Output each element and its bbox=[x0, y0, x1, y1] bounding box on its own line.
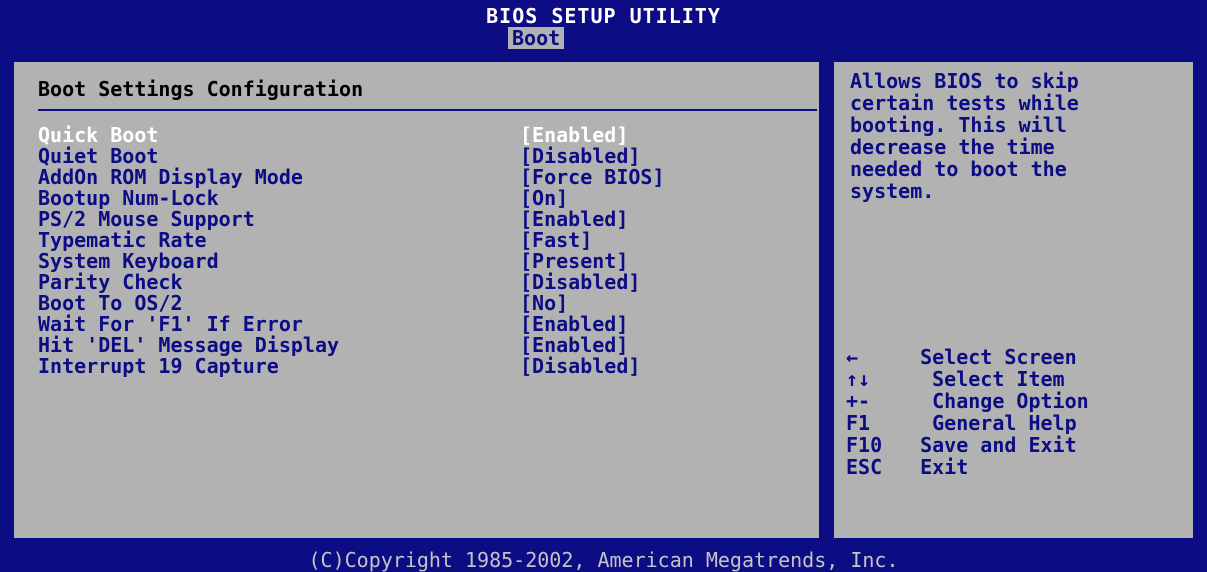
setting-label: Quick Boot bbox=[38, 123, 159, 147]
plus-minus-key: +- bbox=[846, 389, 871, 413]
key-select-item: ↑↓ Select Item bbox=[846, 368, 1186, 390]
setting-label: AddOn ROM Display Mode bbox=[38, 165, 303, 189]
setting-label: Wait For 'F1' If Error bbox=[38, 312, 303, 336]
setting-quick-boot[interactable]: Quick Boot [Enabled] bbox=[38, 123, 818, 147]
esc-key: ESC bbox=[846, 455, 883, 479]
key-exit: ESC Exit bbox=[846, 456, 1186, 478]
key-save-and-exit: F10 Save and Exit bbox=[846, 434, 1186, 456]
help-line: decrease the time bbox=[850, 135, 1055, 159]
setting-value[interactable]: [On] bbox=[520, 187, 568, 209]
f1-key: F1 bbox=[846, 411, 871, 435]
key-legend: ← Select Screen ↑↓ Select Item +- Change… bbox=[846, 346, 1186, 478]
key-select-screen: ← Select Screen bbox=[846, 346, 1186, 368]
setting-label: Parity Check bbox=[38, 270, 183, 294]
setting-value[interactable]: [Enabled] bbox=[520, 313, 628, 335]
setting-value[interactable]: [Present] bbox=[520, 250, 628, 272]
setting-ps2-mouse-support[interactable]: PS/2 Mouse Support [Enabled] bbox=[38, 207, 818, 231]
setting-interrupt-19-capture[interactable]: Interrupt 19 Capture [Disabled] bbox=[38, 354, 818, 378]
settings-panel: Boot Settings Configuration Quick Boot [… bbox=[12, 60, 821, 540]
setting-typematic-rate[interactable]: Typematic Rate [Fast] bbox=[38, 228, 818, 252]
copyright-footer: (C)Copyright 1985-2002, American Megatre… bbox=[0, 548, 1207, 572]
setting-value[interactable]: [Enabled] bbox=[520, 208, 628, 230]
utility-title: BIOS SETUP UTILITY bbox=[486, 4, 721, 28]
setting-label: PS/2 Mouse Support bbox=[38, 207, 255, 231]
section-title: Boot Settings Configuration bbox=[38, 77, 364, 101]
setting-wait-for-f1[interactable]: Wait For 'F1' If Error [Enabled] bbox=[38, 312, 818, 336]
setting-value[interactable]: [Enabled] bbox=[520, 334, 628, 356]
key-description: Exit bbox=[896, 455, 969, 479]
tab-boot[interactable]: Boot bbox=[508, 27, 565, 49]
help-line: needed to boot the bbox=[850, 157, 1067, 181]
key-description: Save and Exit bbox=[896, 433, 1077, 457]
help-text: Allows BIOS to skip certain tests while … bbox=[850, 70, 1180, 202]
setting-value[interactable]: [Disabled] bbox=[520, 271, 640, 293]
main-area: Boot Settings Configuration Quick Boot [… bbox=[0, 54, 1207, 548]
key-description: Select Item bbox=[896, 367, 1065, 391]
help-line: Allows BIOS to skip bbox=[850, 69, 1079, 93]
setting-boot-to-os2[interactable]: Boot To OS/2 [No] bbox=[38, 291, 818, 315]
setting-system-keyboard[interactable]: System Keyboard [Present] bbox=[38, 249, 818, 273]
setting-value[interactable]: [No] bbox=[520, 292, 568, 314]
setting-value[interactable]: [Disabled] bbox=[520, 145, 640, 167]
key-description: Select Screen bbox=[896, 345, 1077, 369]
up-down-arrows-key: ↑↓ bbox=[846, 367, 871, 391]
key-description: Change Option bbox=[896, 389, 1089, 413]
help-line: system. bbox=[850, 179, 935, 203]
key-change-option: +- Change Option bbox=[846, 390, 1186, 412]
left-arrow-key: ← bbox=[846, 345, 859, 369]
title-bar: BIOS SETUP UTILITY Boot bbox=[0, 0, 1207, 54]
setting-value[interactable]: [Fast] bbox=[520, 229, 592, 251]
setting-hit-del-message[interactable]: Hit 'DEL' Message Display [Enabled] bbox=[38, 333, 818, 357]
help-line: booting. This will bbox=[850, 113, 1067, 137]
settings-list: Quick Boot [Enabled] Quiet Boot [Disable… bbox=[38, 123, 818, 378]
key-general-help: F1 General Help bbox=[846, 412, 1186, 434]
help-line: certain tests while bbox=[850, 91, 1079, 115]
setting-value[interactable]: [Enabled] bbox=[520, 124, 628, 146]
setting-label: Typematic Rate bbox=[38, 228, 207, 252]
setting-addon-rom-display-mode[interactable]: AddOn ROM Display Mode [Force BIOS] bbox=[38, 165, 818, 189]
setting-label: Boot To OS/2 bbox=[38, 291, 183, 315]
help-panel: Allows BIOS to skip certain tests while … bbox=[832, 60, 1195, 540]
setting-value[interactable]: [Disabled] bbox=[520, 355, 640, 377]
key-description: General Help bbox=[896, 411, 1077, 435]
setting-label: Quiet Boot bbox=[38, 144, 159, 168]
setting-bootup-num-lock[interactable]: Bootup Num-Lock [On] bbox=[38, 186, 818, 210]
setting-label: System Keyboard bbox=[38, 249, 219, 273]
section-divider bbox=[38, 109, 817, 111]
f10-key: F10 bbox=[846, 433, 883, 457]
setting-quiet-boot[interactable]: Quiet Boot [Disabled] bbox=[38, 144, 818, 168]
setting-parity-check[interactable]: Parity Check [Disabled] bbox=[38, 270, 818, 294]
setting-label: Interrupt 19 Capture bbox=[38, 354, 279, 378]
setting-value[interactable]: [Force BIOS] bbox=[520, 166, 665, 188]
setting-label: Bootup Num-Lock bbox=[38, 186, 219, 210]
setting-label: Hit 'DEL' Message Display bbox=[38, 333, 340, 357]
